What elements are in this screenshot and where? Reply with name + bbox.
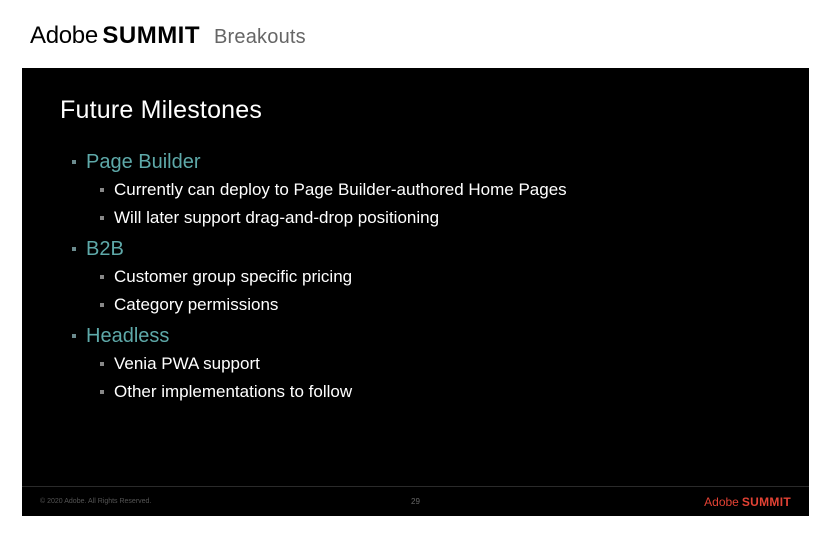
footer-summit-text: SUMMIT xyxy=(742,495,791,509)
footer-logo: Adobe SUMMIT xyxy=(704,495,791,509)
bullet-icon xyxy=(72,247,76,251)
footer-adobe-text: Adobe xyxy=(704,495,739,509)
list-item: Venia PWA support xyxy=(100,354,771,374)
topic-label: B2B xyxy=(86,238,124,261)
list-item: Will later support drag-and-drop positio… xyxy=(100,208,771,228)
footer-copyright: © 2020 Adobe. All Rights Reserved. xyxy=(40,498,151,505)
header-logo: Adobe SUMMIT xyxy=(30,22,200,50)
bullet-icon xyxy=(100,216,104,220)
subitem-text: Venia PWA support xyxy=(114,354,260,374)
bullet-icon xyxy=(72,160,76,164)
header-breakouts-text: Breakouts xyxy=(214,26,306,49)
list-item: Category permissions xyxy=(100,295,771,315)
subitems: Venia PWA support Other implementations … xyxy=(72,354,771,402)
slide-title: Future Milestones xyxy=(60,96,771,125)
page-header: Adobe SUMMIT Breakouts xyxy=(0,0,831,68)
topic-page-builder: Page Builder xyxy=(72,151,771,174)
bullet-icon xyxy=(100,362,104,366)
header-adobe-text: Adobe xyxy=(30,22,98,49)
list-item: Currently can deploy to Page Builder-aut… xyxy=(100,180,771,200)
list-item: Other implementations to follow xyxy=(100,382,771,402)
bullet-icon xyxy=(100,390,104,394)
bullet-icon xyxy=(100,188,104,192)
subitem-text: Will later support drag-and-drop positio… xyxy=(114,208,439,228)
subitems: Currently can deploy to Page Builder-aut… xyxy=(72,180,771,228)
slide-content: Page Builder Currently can deploy to Pag… xyxy=(60,151,771,402)
header-summit-text: SUMMIT xyxy=(102,22,200,49)
topic-b2b: B2B xyxy=(72,238,771,261)
bullet-icon xyxy=(100,275,104,279)
slide-footer: © 2020 Adobe. All Rights Reserved. 29 Ad… xyxy=(22,486,809,516)
topic-headless: Headless xyxy=(72,325,771,348)
topic-label: Page Builder xyxy=(86,151,201,174)
subitem-text: Customer group specific pricing xyxy=(114,267,352,287)
footer-page-number: 29 xyxy=(411,497,420,506)
bullet-icon xyxy=(100,303,104,307)
topic-label: Headless xyxy=(86,325,169,348)
slide-container: Future Milestones Page Builder Currently… xyxy=(22,68,809,516)
subitem-text: Currently can deploy to Page Builder-aut… xyxy=(114,180,567,200)
list-item: Customer group specific pricing xyxy=(100,267,771,287)
bullet-icon xyxy=(72,334,76,338)
subitem-text: Category permissions xyxy=(114,295,278,315)
subitem-text: Other implementations to follow xyxy=(114,382,352,402)
subitems: Customer group specific pricing Category… xyxy=(72,267,771,315)
